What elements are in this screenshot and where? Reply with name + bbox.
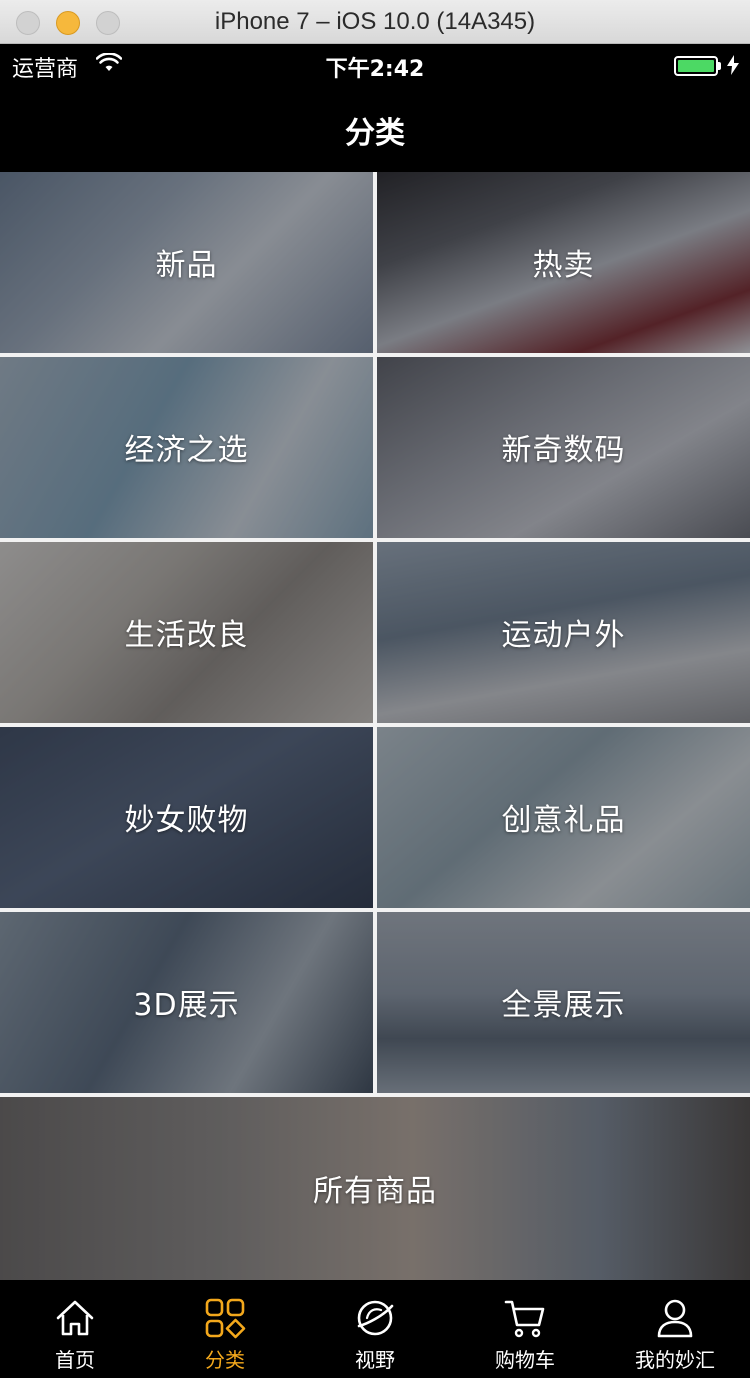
battery-icon (674, 56, 718, 76)
page-title: 分类 (345, 116, 405, 151)
category-tile-panorama[interactable]: 全景展示 (377, 912, 750, 1093)
category-tile-hot[interactable]: 热卖 (377, 172, 750, 353)
category-tile-economy[interactable]: 经济之选 (0, 357, 373, 538)
category-label: 所有商品 (313, 1173, 437, 1209)
category-tile-women[interactable]: 妙女败物 (0, 727, 373, 908)
category-tile-new[interactable]: 新品 (0, 172, 373, 353)
tab-discover[interactable]: 视野 (300, 1280, 450, 1378)
category-label: 新品 (155, 247, 218, 283)
category-tile-gifts[interactable]: 创意礼品 (377, 727, 750, 908)
category-label: 生活改良 (124, 617, 249, 653)
user-icon (657, 1299, 693, 1338)
category-tile-all[interactable]: 所有商品 (0, 1097, 750, 1280)
category-label: 经济之选 (124, 432, 249, 468)
tab-category[interactable]: 分类 (150, 1280, 300, 1378)
tab-label: 购物车 (495, 1348, 555, 1372)
category-tile-digital[interactable]: 新奇数码 (377, 357, 750, 538)
battery-tip (718, 62, 721, 70)
category-label: 3D展示 (133, 987, 240, 1023)
tab-label: 首页 (55, 1348, 95, 1372)
tab-cart[interactable]: 购物车 (450, 1280, 600, 1378)
tab-label: 分类 (205, 1348, 245, 1372)
tab-home[interactable]: 首页 (0, 1280, 150, 1378)
category-label: 创意礼品 (501, 802, 626, 838)
category-label: 妙女败物 (124, 802, 249, 838)
status-time: 下午2:42 (325, 57, 425, 82)
charging-bolt-icon (726, 55, 740, 79)
home-icon (56, 1300, 94, 1336)
category-label: 运动户外 (501, 617, 626, 653)
category-tile-3d[interactable]: 3D展示 (0, 912, 373, 1093)
tab-profile[interactable]: 我的妙汇 (600, 1280, 750, 1378)
category-label: 新奇数码 (501, 432, 626, 468)
window-title: iPhone 7 – iOS 10.0 (14A345) (214, 8, 536, 35)
tab-bar: 首页 分类 视野 购物车 我的妙汇 (0, 1280, 750, 1378)
category-grid-icon (205, 1298, 246, 1339)
simulator-titlebar: iPhone 7 – iOS 10.0 (14A345) (0, 0, 750, 44)
planet-icon (357, 1300, 394, 1336)
tab-label: 视野 (355, 1348, 395, 1372)
category-grid: 新品 热卖 经济之选 新奇数码 生活改良 运动户外 妙女败物 创意礼品 3D展示… (0, 172, 750, 1280)
cart-icon (504, 1300, 545, 1338)
category-label: 热卖 (532, 247, 595, 283)
category-tile-lifestyle[interactable]: 生活改良 (0, 542, 373, 723)
navigation-bar: 分类 (0, 84, 750, 172)
category-label: 全景展示 (501, 987, 626, 1023)
status-bar: 运营商 下午2:42 (0, 44, 750, 84)
category-tile-outdoor[interactable]: 运动户外 (377, 542, 750, 723)
tab-label: 我的妙汇 (635, 1348, 715, 1372)
